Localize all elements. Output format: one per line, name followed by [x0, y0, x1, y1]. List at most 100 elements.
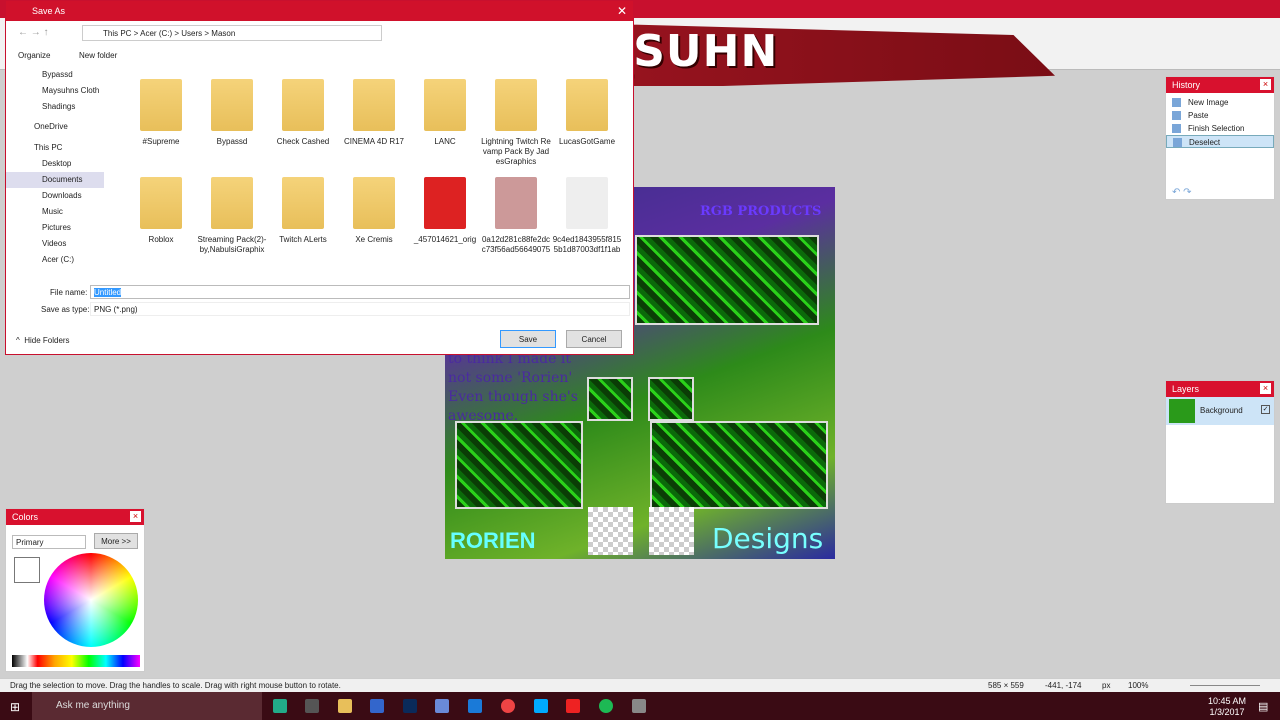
- folder-icon: [424, 79, 466, 131]
- tree-item[interactable]: Downloads: [6, 188, 104, 204]
- task-view-icon[interactable]: [305, 699, 319, 713]
- file-item[interactable]: CINEMA 4D R17: [339, 79, 409, 147]
- crumb[interactable]: Mason: [211, 29, 235, 38]
- paint-net-icon[interactable]: [435, 699, 449, 713]
- file-grid: #Supreme Bypassd Check Cashed CINEMA 4D R17…: [116, 79, 622, 276]
- clock[interactable]: 10:45 AM 1/3/2017: [1208, 696, 1246, 718]
- history-item[interactable]: Paste: [1166, 109, 1274, 122]
- file-item[interactable]: #Supreme: [126, 79, 196, 147]
- tree-item[interactable]: Music: [6, 204, 104, 220]
- layer-item[interactable]: Background ✓: [1166, 397, 1274, 425]
- canvas-rgb-text: RGB PRODUCTS: [700, 204, 822, 219]
- app-icon[interactable]: [273, 699, 287, 713]
- history-title: History: [1172, 80, 1201, 90]
- file-item[interactable]: Streaming Pack(2)-by,NabulsiGraphix: [197, 177, 267, 255]
- file-name: _457014621_orig: [413, 235, 477, 244]
- file-item[interactable]: Bypassd: [197, 79, 267, 147]
- file-name-label: File name:: [50, 288, 88, 297]
- file-item[interactable]: LANC: [410, 79, 480, 147]
- tree-item[interactable]: Shadings: [6, 99, 104, 115]
- file-name: Xe Cremis: [355, 235, 393, 244]
- new-folder-button[interactable]: New folder: [79, 51, 117, 60]
- folder-icon: [282, 177, 324, 229]
- close-icon[interactable]: ×: [130, 511, 141, 522]
- time: 10:45 AM: [1208, 696, 1247, 706]
- save-type-label: Save as type:: [41, 305, 90, 314]
- folder-icon: [566, 177, 608, 229]
- app-icon[interactable]: [632, 699, 646, 713]
- breadcrumb[interactable]: This PC > Acer (C:) > Users > Mason: [82, 25, 382, 41]
- history-item[interactable]: Finish Selection: [1166, 122, 1274, 135]
- folder-icon: [353, 79, 395, 131]
- close-icon[interactable]: ×: [1260, 79, 1271, 90]
- color-mode-select[interactable]: Primary: [12, 535, 86, 549]
- tree-item[interactable]: Bypassd: [6, 67, 104, 83]
- crumb[interactable]: This PC: [103, 29, 131, 38]
- file-name-value: Untitled: [94, 288, 122, 297]
- edge-icon[interactable]: [468, 699, 482, 713]
- zoom-level[interactable]: 100%: [1128, 681, 1148, 690]
- folder-icon: [353, 177, 395, 229]
- photoshop-icon[interactable]: [403, 699, 417, 713]
- primary-color-swatch[interactable]: [14, 557, 40, 583]
- app-icon[interactable]: [370, 699, 384, 713]
- history-item[interactable]: New Image: [1166, 96, 1274, 109]
- spotify-icon[interactable]: [599, 699, 613, 713]
- tree-item[interactable]: Videos: [6, 236, 104, 252]
- file-item[interactable]: Roblox: [126, 177, 196, 245]
- tree-item[interactable]: OneDrive: [6, 119, 104, 135]
- units-select[interactable]: px: [1102, 681, 1110, 690]
- color-wheel[interactable]: [44, 553, 138, 647]
- save-type-select[interactable]: PNG (*.png): [90, 302, 630, 316]
- file-explorer-icon[interactable]: [338, 699, 352, 713]
- crumb[interactable]: Acer (C:): [140, 29, 172, 38]
- cancel-button[interactable]: Cancel: [566, 330, 622, 348]
- save-button[interactable]: Save: [500, 330, 556, 348]
- more-button[interactable]: More >>: [94, 533, 138, 549]
- file-item[interactable]: _457014621_orig: [410, 177, 480, 245]
- close-icon[interactable]: ✕: [617, 4, 627, 18]
- status-hint: Drag the selection to move. Drag the han…: [10, 681, 341, 690]
- file-item[interactable]: LucasGotGame: [552, 79, 622, 147]
- file-item[interactable]: Lightning Twitch Revamp Pack By JadesGra…: [481, 79, 551, 167]
- palette[interactable]: [12, 655, 140, 667]
- file-name-input[interactable]: Untitled: [90, 285, 630, 299]
- organize-button[interactable]: Organize: [18, 51, 50, 60]
- tree-item[interactable]: Maysuhns Cloth: [6, 83, 104, 99]
- visibility-checkbox[interactable]: ✓: [1261, 405, 1270, 414]
- hide-folders-button[interactable]: ^ Hide Folders: [16, 336, 70, 345]
- skype-icon[interactable]: [534, 699, 548, 713]
- file-item[interactable]: Xe Cremis: [339, 177, 409, 245]
- file-name: CINEMA 4D R17: [343, 137, 405, 146]
- roblox-icon[interactable]: [566, 699, 580, 713]
- tree-item[interactable]: Desktop: [6, 156, 104, 172]
- file-name: Lightning Twitch Revamp Pack By JadesGra…: [481, 137, 551, 166]
- zoom-slider[interactable]: [1190, 685, 1260, 686]
- file-name: Bypassd: [216, 137, 248, 146]
- search-box[interactable]: Ask me anything: [32, 692, 262, 720]
- crumb[interactable]: Users: [181, 29, 202, 38]
- hide-folders-label: Hide Folders: [24, 336, 70, 345]
- close-icon[interactable]: ×: [1260, 383, 1271, 394]
- file-item[interactable]: 9c4ed1843955f8155b1d87003df1f1ab: [552, 177, 622, 255]
- file-item[interactable]: Twitch ALerts: [268, 177, 338, 245]
- file-name: Twitch ALerts: [279, 235, 327, 244]
- file-item[interactable]: Check Cashed: [268, 79, 338, 147]
- folder-icon: [282, 79, 324, 131]
- canvas-designs-text: Designs: [712, 522, 824, 555]
- layers-title: Layers: [1172, 384, 1200, 394]
- notifications-icon[interactable]: ▤: [1258, 700, 1268, 713]
- undo-icon[interactable]: ↶ ↷: [1172, 187, 1192, 198]
- tree-item[interactable]: Documents: [6, 172, 104, 188]
- chrome-icon[interactable]: [501, 699, 515, 713]
- tree-item[interactable]: This PC: [6, 140, 104, 156]
- tree-item[interactable]: Pictures: [6, 220, 104, 236]
- tree-item[interactable]: Acer (C:): [6, 252, 104, 268]
- folder-icon: [211, 177, 253, 229]
- history-item[interactable]: Deselect: [1166, 135, 1274, 148]
- layers-panel: Layers × Background ✓: [1165, 380, 1275, 504]
- file-item[interactable]: 0a12d281c88fe2dcc73f56ad56649075: [481, 177, 551, 255]
- layer-thumbnail: [1169, 399, 1195, 423]
- back-forward-icon[interactable]: ← → ↑: [18, 27, 49, 38]
- windows-start-icon[interactable]: ⊞: [10, 700, 20, 714]
